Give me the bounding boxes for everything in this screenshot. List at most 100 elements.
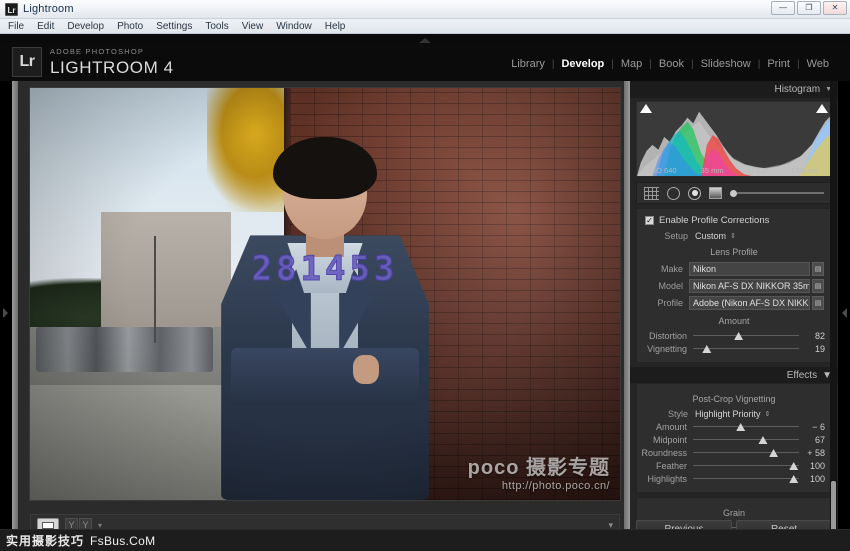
vignette-style-label: Style	[667, 408, 688, 419]
exif-iso: ISO 640	[649, 166, 677, 175]
module-web[interactable]: Web	[800, 58, 836, 70]
vignetting-slider-row[interactable]: Vignetting 19	[637, 342, 831, 355]
vignette-roundness-track[interactable]	[693, 448, 799, 457]
menu-item-file[interactable]: File	[8, 21, 24, 32]
menu-item-settings[interactable]: Settings	[156, 21, 192, 32]
menu-item-view[interactable]: View	[242, 21, 264, 32]
module-develop[interactable]: Develop	[554, 58, 611, 70]
menu-item-photo[interactable]: Photo	[117, 21, 143, 32]
lens-make-value[interactable]: Nikon	[689, 261, 810, 276]
product-name-block: ADOBE PHOTOSHOP LIGHTROOM 4	[50, 48, 174, 76]
grain-title: Grain	[722, 508, 745, 518]
lens-profile-title: Lens Profile	[710, 247, 758, 257]
left-panel-collapse-strip[interactable]	[0, 81, 12, 544]
crop-overlay-tool-icon[interactable]	[644, 186, 659, 200]
lens-profile-dropdown-icon[interactable]: ▤	[812, 295, 824, 310]
window-title-bar: Lr Lightroom — ❐ ✕	[0, 0, 850, 19]
module-print[interactable]: Print	[760, 58, 797, 70]
histogram-panel-header[interactable]: Histogram ▼	[630, 81, 838, 98]
enable-profile-corrections-checkbox[interactable]: ✓	[645, 216, 654, 225]
vignette-highlights-row[interactable]: Highlights 100	[637, 472, 831, 485]
lens-model-row[interactable]: Model Nikon AF-S DX NIKKOR 35mm... ▤	[637, 277, 831, 294]
vignette-style-row[interactable]: Style Highlight Priority ⇕	[637, 407, 831, 420]
vignette-highlights-value[interactable]: 100	[799, 474, 825, 484]
poco-watermark-title: poco 摄影专题	[467, 457, 610, 479]
vignetting-slider-track[interactable]	[693, 344, 799, 353]
adjustment-brush-tool-icon[interactable]	[730, 189, 824, 197]
setup-row[interactable]: Setup Custom ⇕	[637, 229, 831, 242]
lens-model-value[interactable]: Nikon AF-S DX NIKKOR 35mm...	[689, 278, 810, 293]
distortion-slider-track[interactable]	[693, 331, 799, 340]
vignette-amount-track[interactable]	[693, 422, 799, 431]
setup-value[interactable]: Custom	[695, 231, 726, 241]
vignette-roundness-row[interactable]: Roundness + 58	[637, 446, 831, 459]
vignette-midpoint-value[interactable]: 67	[799, 435, 825, 445]
vignette-feather-track[interactable]	[693, 461, 799, 470]
window-controls: — ❐ ✕	[771, 1, 847, 15]
vignette-roundness-knob[interactable]	[769, 449, 779, 457]
highlight-clipping-indicator-icon[interactable]	[816, 104, 828, 113]
maximize-button[interactable]: ❐	[797, 1, 821, 15]
menu-item-help[interactable]: Help	[325, 21, 346, 32]
vignetting-slider-knob[interactable]	[702, 345, 712, 353]
lens-model-dropdown-icon[interactable]: ▤	[812, 278, 824, 293]
lens-corrections-body: ✓ Enable Profile Corrections Setup Custo…	[636, 208, 832, 363]
status-bar-cn-text: 实用摄影技巧	[6, 534, 85, 548]
red-eye-correction-tool-icon[interactable]	[688, 186, 701, 200]
lens-profile-row[interactable]: Profile Adobe (Nikon AF-S DX NIKKO... ▤	[637, 294, 831, 311]
spot-removal-tool-icon[interactable]	[667, 186, 680, 200]
module-map[interactable]: Map	[614, 58, 649, 70]
menu-item-tools[interactable]: Tools	[205, 21, 228, 32]
app-icon: Lr	[5, 2, 18, 16]
stepper-icon[interactable]: ⇕	[765, 410, 771, 418]
distortion-slider-knob[interactable]	[734, 332, 744, 340]
graduated-filter-tool-icon[interactable]	[709, 187, 722, 199]
vignette-feather-row[interactable]: Feather 100	[637, 459, 831, 472]
enable-profile-corrections-row[interactable]: ✓ Enable Profile Corrections	[637, 214, 831, 229]
vignette-amount-label: Amount	[655, 421, 687, 432]
module-slideshow[interactable]: Slideshow	[694, 58, 758, 70]
lens-amount-title: Amount	[718, 316, 750, 326]
right-panel-scrollbar[interactable]	[830, 81, 837, 544]
exif-focal-length: 35 mm	[700, 166, 724, 175]
effects-panel-header[interactable]: Effects ▼	[630, 367, 838, 383]
photo-frame[interactable]: 281453 poco 摄影专题 http://photo.poco.cn/	[30, 88, 620, 500]
module-book[interactable]: Book	[652, 58, 691, 70]
vignette-roundness-value[interactable]: + 58	[799, 448, 825, 458]
histogram-curves	[637, 111, 831, 176]
vignette-amount-value[interactable]: − 6	[799, 422, 825, 432]
right-panel-collapse-strip[interactable]	[838, 81, 850, 544]
vignette-feather-knob[interactable]	[789, 462, 799, 470]
stepper-icon[interactable]: ⇕	[730, 232, 736, 240]
vignette-midpoint-row[interactable]: Midpoint 67	[637, 433, 831, 446]
lens-make-row[interactable]: Make Nikon ▤	[637, 260, 831, 277]
lens-profile-value[interactable]: Adobe (Nikon AF-S DX NIKKO...	[689, 295, 810, 310]
distortion-slider-row[interactable]: Distortion 82	[637, 329, 831, 342]
module-picker: Library | Develop | Map | Book | Slidesh…	[504, 58, 836, 70]
vignette-style-value[interactable]: Highlight Priority	[695, 409, 761, 419]
vignetting-value[interactable]: 19	[799, 344, 825, 354]
shadow-clipping-indicator-icon[interactable]	[640, 104, 652, 113]
lens-make-dropdown-icon[interactable]: ▤	[812, 261, 824, 276]
product-superline: ADOBE PHOTOSHOP	[50, 47, 145, 57]
top-panel-collapse-strip[interactable]	[0, 34, 850, 43]
identity-plate: Lr ADOBE PHOTOSHOP LIGHTROOM 4	[12, 47, 174, 77]
minimize-button[interactable]: —	[771, 1, 795, 15]
vignette-feather-value[interactable]: 100	[799, 461, 825, 471]
close-button[interactable]: ✕	[823, 1, 847, 15]
histogram-graph[interactable]: ISO 640 35 mm f / 2.5 1/50 sec	[636, 101, 832, 177]
vignette-midpoint-knob[interactable]	[758, 436, 768, 444]
vignette-midpoint-track[interactable]	[693, 435, 799, 444]
lightroom-app-root: Lr ADOBE PHOTOSHOP LIGHTROOM 4 Library |…	[0, 34, 850, 551]
distortion-value[interactable]: 82	[799, 331, 825, 341]
menu-item-develop[interactable]: Develop	[67, 21, 104, 32]
vignette-amount-knob[interactable]	[736, 423, 746, 431]
menu-item-window[interactable]: Window	[276, 21, 312, 32]
vignette-amount-row[interactable]: Amount − 6	[637, 420, 831, 433]
vignetting-label: Vignetting	[647, 343, 687, 354]
menu-item-edit[interactable]: Edit	[37, 21, 54, 32]
vignette-highlights-knob[interactable]	[789, 475, 799, 483]
vignette-highlights-track[interactable]	[693, 474, 799, 483]
module-library[interactable]: Library	[504, 58, 552, 70]
lens-model-label: Model	[658, 280, 683, 291]
